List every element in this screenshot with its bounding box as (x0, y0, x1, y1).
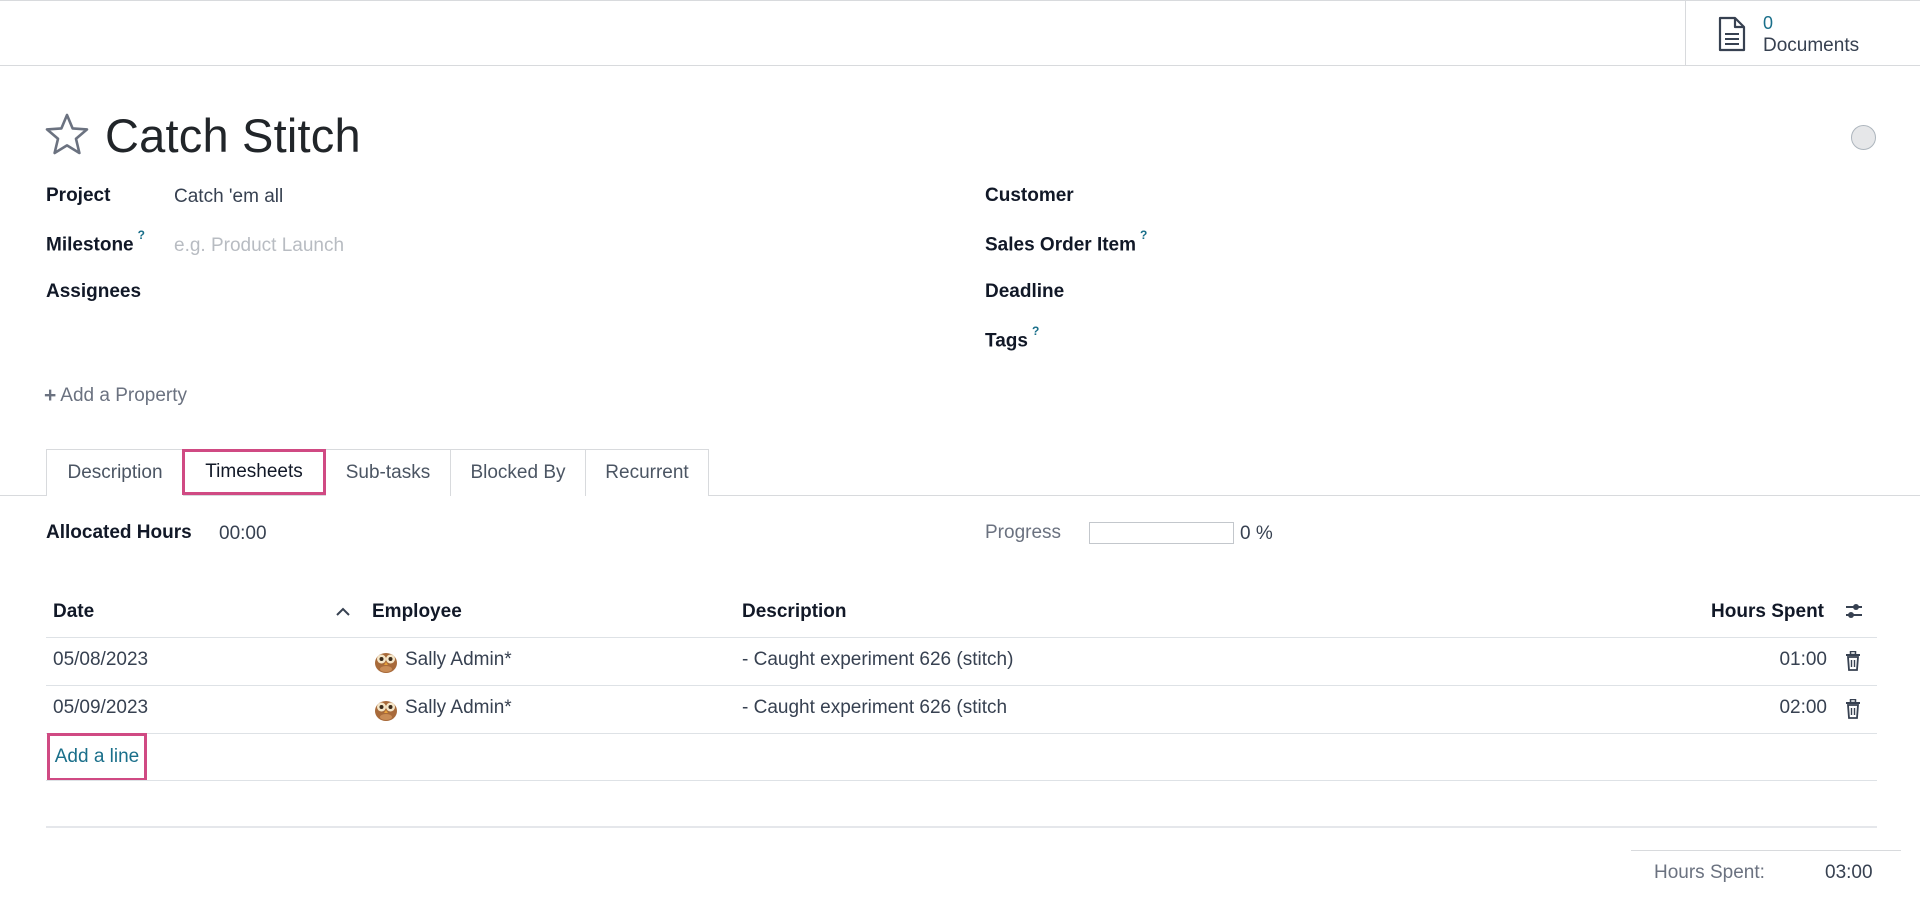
table-footer-divider (46, 826, 1877, 828)
total-hours-label: Hours Spent: (1654, 862, 1765, 883)
column-date[interactable]: Date (53, 601, 94, 623)
tab-recurrent[interactable]: Recurrent (585, 449, 709, 496)
tags-input[interactable] (1190, 327, 1870, 357)
task-title[interactable]: Catch Stitch (105, 108, 361, 163)
customer-input[interactable] (1190, 183, 1870, 213)
assignees-input[interactable] (174, 279, 934, 309)
add-property-label: Add a Property (60, 385, 188, 406)
plus-icon: + (44, 384, 57, 407)
column-hours-spent[interactable]: Hours Spent (1711, 601, 1824, 623)
allocated-hours-label: Allocated Hours (46, 522, 192, 543)
project-value[interactable]: Catch 'em all (174, 186, 283, 208)
milestone-input[interactable]: e.g. Product Launch (174, 235, 344, 257)
trash-icon[interactable] (1845, 699, 1861, 719)
table-row[interactable]: 05/09/2023 Sally Admin* - Caught experim… (46, 685, 1877, 733)
milestone-help-icon[interactable]: ? (138, 228, 145, 242)
tab-description[interactable]: Description (46, 449, 184, 496)
avatar (373, 648, 399, 674)
deadline-input[interactable] (1190, 279, 1870, 309)
star-icon[interactable] (45, 113, 89, 155)
row-hours[interactable]: 01:00 (1779, 649, 1827, 671)
tags-label: Tags? (985, 324, 1040, 352)
row-employee[interactable]: Sally Admin* (405, 649, 512, 671)
tabs-divider (0, 495, 1920, 496)
total-hours-value: 03:00 (1825, 862, 1873, 883)
trash-icon[interactable] (1845, 651, 1861, 671)
tab-blocked-by[interactable]: Blocked By (450, 449, 586, 496)
add-line-button[interactable]: Add a line (47, 733, 147, 781)
column-description[interactable]: Description (742, 601, 847, 623)
progress-label: Progress (985, 522, 1062, 543)
row-description[interactable]: - Caught experiment 626 (stitch (742, 697, 1007, 719)
column-options-icon[interactable] (1844, 601, 1864, 621)
deadline-label: Deadline (985, 281, 1065, 302)
documents-label: Documents (1763, 35, 1860, 56)
top-bar: 0 Documents (0, 0, 1920, 66)
sales-order-item-help-icon[interactable]: ? (1140, 228, 1147, 242)
row-hours[interactable]: 02:00 (1779, 697, 1827, 719)
tags-help-icon[interactable]: ? (1032, 324, 1039, 338)
total-divider (1631, 850, 1901, 851)
assignees-label: Assignees (46, 281, 142, 302)
status-indicator[interactable] (1851, 125, 1876, 150)
project-label: Project (46, 185, 111, 206)
row-date[interactable]: 05/08/2023 (53, 649, 148, 671)
document-icon (1718, 16, 1746, 52)
row-date[interactable]: 05/09/2023 (53, 697, 148, 719)
documents-count: 0 (1763, 13, 1774, 33)
sales-order-item-input[interactable] (1190, 231, 1870, 261)
row-employee[interactable]: Sally Admin* (405, 697, 512, 719)
customer-label: Customer (985, 185, 1074, 206)
tab-sub-tasks[interactable]: Sub-tasks (325, 449, 451, 496)
column-employee[interactable]: Employee (372, 601, 462, 623)
sales-order-item-label: Sales Order Item? (985, 228, 1148, 256)
progress-value: 0 % (1240, 523, 1273, 544)
add-property-button[interactable]: + Add a Property (44, 384, 187, 408)
table-row[interactable]: 05/08/2023 Sally Admin* - Caught experim… (46, 637, 1877, 685)
row-description[interactable]: - Caught experiment 626 (stitch) (742, 649, 1013, 671)
table-divider (46, 780, 1877, 781)
allocated-hours-value[interactable]: 00:00 (219, 523, 267, 545)
sort-ascending-icon[interactable] (335, 604, 351, 620)
documents-button[interactable]: 0 Documents (1685, 1, 1920, 65)
avatar (373, 696, 399, 722)
table-divider (46, 733, 1877, 734)
tab-timesheets[interactable]: Timesheets (182, 449, 326, 495)
progress-bar (1089, 522, 1234, 544)
milestone-label: Milestone? (46, 228, 145, 256)
